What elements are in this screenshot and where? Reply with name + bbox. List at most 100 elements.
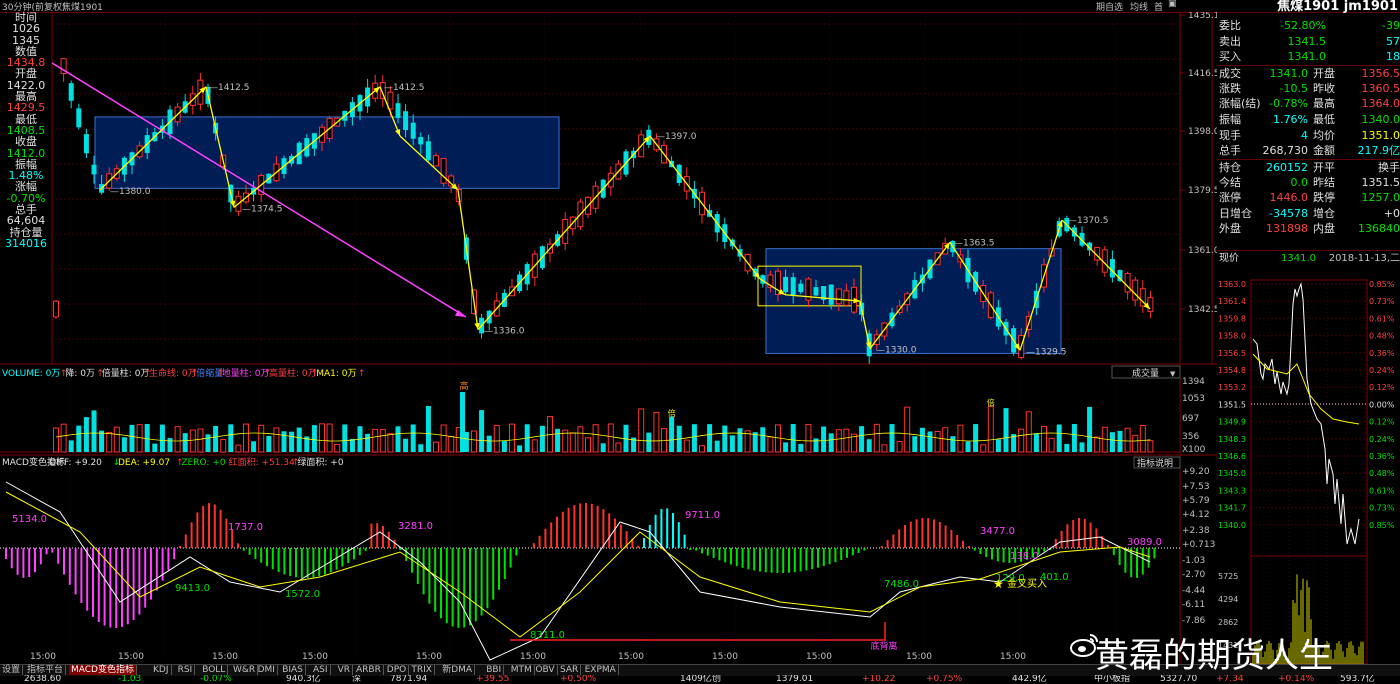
tab-obv[interactable]: OBV	[533, 665, 558, 675]
volume-bar	[691, 424, 697, 452]
volume-dropdown-label: 成交量	[1132, 367, 1159, 379]
quote-header: 焦煤1901 jm1901	[1217, 0, 1400, 14]
volume-bar	[197, 428, 204, 453]
tab-expma[interactable]: EXPMA	[583, 665, 619, 675]
volume-bar	[258, 424, 265, 453]
volume-bar	[159, 424, 165, 452]
tab-bias[interactable]: BIAS	[280, 665, 306, 675]
quote-cell: 现手	[1219, 128, 1241, 142]
quote-cell: 增仓	[1313, 206, 1335, 220]
trough-label: —1330.0	[876, 346, 917, 356]
quote-cell: 昨收	[1313, 81, 1335, 95]
intraday-vol-label: 2862	[1218, 618, 1238, 627]
volume-bar	[60, 423, 67, 453]
candle-body	[433, 155, 439, 167]
quote-cell: 开盘	[1313, 66, 1335, 80]
volume-bar	[1109, 432, 1115, 452]
volume-bar	[569, 432, 576, 453]
tab-boll[interactable]: BOLL	[200, 665, 229, 675]
volume-bar	[1094, 436, 1101, 453]
tab-wr[interactable]: W&R	[231, 665, 259, 675]
volume-bar	[326, 423, 333, 453]
tab-kdj[interactable]: KDJ	[151, 665, 172, 675]
volume-bar	[1139, 425, 1146, 453]
quote-cell: 跌停	[1313, 191, 1335, 205]
quote-cell: 1360.5	[1361, 81, 1400, 95]
macd-value-label: 3281.0	[398, 521, 433, 532]
volume-bar	[835, 429, 842, 453]
volume-bar	[1064, 443, 1070, 452]
intraday-pct-label: 0.48%	[1369, 469, 1395, 478]
volume-bar	[189, 429, 196, 453]
status-value: 442.9亿	[1012, 675, 1047, 684]
time-axis-label: 15:00	[416, 652, 442, 662]
tab-asi[interactable]: ASI	[311, 665, 331, 675]
volume-bar	[1147, 440, 1154, 453]
main-chart[interactable]: 1435.1 1416.5 1398.0 1379.5 1361.0 1342.5 —141…	[0, 12, 1217, 664]
tab--0[interactable]: 设置	[0, 665, 24, 675]
tab-trix[interactable]: TRIX	[409, 665, 435, 675]
time-axis-label: 15:00	[1000, 652, 1026, 662]
volume-bar	[509, 423, 515, 453]
volume-legend-12: 高量柱: 0万	[269, 367, 317, 379]
macd-value-label: 9711.0	[685, 510, 720, 521]
intraday-price-label: 1356.5	[1218, 349, 1246, 358]
volume-bar	[418, 444, 424, 452]
close-icon[interactable]: ▣	[1168, 0, 1177, 9]
tab-sar[interactable]: SAR	[558, 665, 582, 675]
volume-bar	[904, 406, 911, 453]
volume-bar	[585, 437, 591, 453]
macd-axis-label: +7.53	[1182, 482, 1210, 492]
tab-vr[interactable]: VR	[336, 665, 354, 675]
quote-cell: -0.78%	[1269, 97, 1308, 111]
volume-bar	[220, 439, 227, 453]
candle-body	[1132, 279, 1139, 301]
macd-axis-label: -4.44	[1182, 586, 1206, 596]
macd-help-label: 指标说明	[1137, 457, 1173, 469]
volume-bar	[919, 427, 925, 452]
tab-dpo[interactable]: DPO	[385, 665, 410, 675]
volume-bar	[479, 410, 485, 452]
volume-bar	[501, 440, 507, 452]
intraday-chart[interactable]: 1363.0 0.85% 1361.4 0.73% 1359.8 0.61% 1358.0 0…	[1217, 244, 1400, 664]
time-axis-label: 15:00	[806, 652, 832, 662]
trough-label: —1336.0	[484, 327, 525, 337]
quote-cell: 成交	[1219, 66, 1241, 80]
divergence-bracket	[510, 622, 886, 641]
tab-arbr[interactable]: ARBR	[354, 665, 384, 675]
volume-bar	[927, 431, 933, 452]
macd-legend-3: DEA: +9.07	[118, 458, 170, 468]
macd-axis-label: -1.03	[1182, 556, 1205, 566]
macd-value-label: 9413.0	[175, 583, 210, 594]
intraday-pct-label: 0.36%	[1369, 452, 1395, 461]
volume-bar	[228, 424, 234, 452]
volume-axis-label: 1053	[1182, 394, 1205, 404]
intraday-price-label: 1354.8	[1218, 366, 1246, 375]
tab-bbi[interactable]: BBI	[484, 665, 505, 675]
intraday-vol-label: 4294	[1218, 595, 1238, 604]
volume-bar	[273, 427, 280, 453]
tab-dmi[interactable]: DMI	[256, 665, 278, 675]
volume-bar	[980, 444, 987, 453]
quote-cell: 最低	[1313, 112, 1335, 126]
status-value: 1379.01	[776, 675, 814, 684]
volume-bar	[99, 430, 105, 452]
volume-bar	[83, 417, 89, 452]
tab-dma[interactable]: 新DMA	[440, 665, 476, 675]
volume-bar	[493, 424, 500, 453]
macd-axis-label: +2.38	[1182, 526, 1210, 536]
tab-rsi[interactable]: RSI	[176, 665, 196, 675]
volume-bar	[460, 392, 465, 452]
macd-value-label: 3477.0	[980, 526, 1015, 537]
macd-axis-label: -2.70	[1182, 570, 1206, 580]
quote-cell: 持仓	[1219, 160, 1241, 174]
peak-label: —1412.5	[209, 83, 250, 93]
intraday-price-label: 1345.0	[1218, 469, 1246, 478]
tab--1[interactable]: 指标平台	[25, 665, 67, 675]
volume-bar	[243, 423, 249, 453]
tab-macd[interactable]: MACD变色指标	[69, 665, 137, 675]
volume-bar	[1041, 426, 1047, 453]
volume-bar	[1033, 433, 1039, 452]
volume-bar	[737, 428, 743, 452]
tab-mtm[interactable]: MTM	[509, 665, 535, 675]
